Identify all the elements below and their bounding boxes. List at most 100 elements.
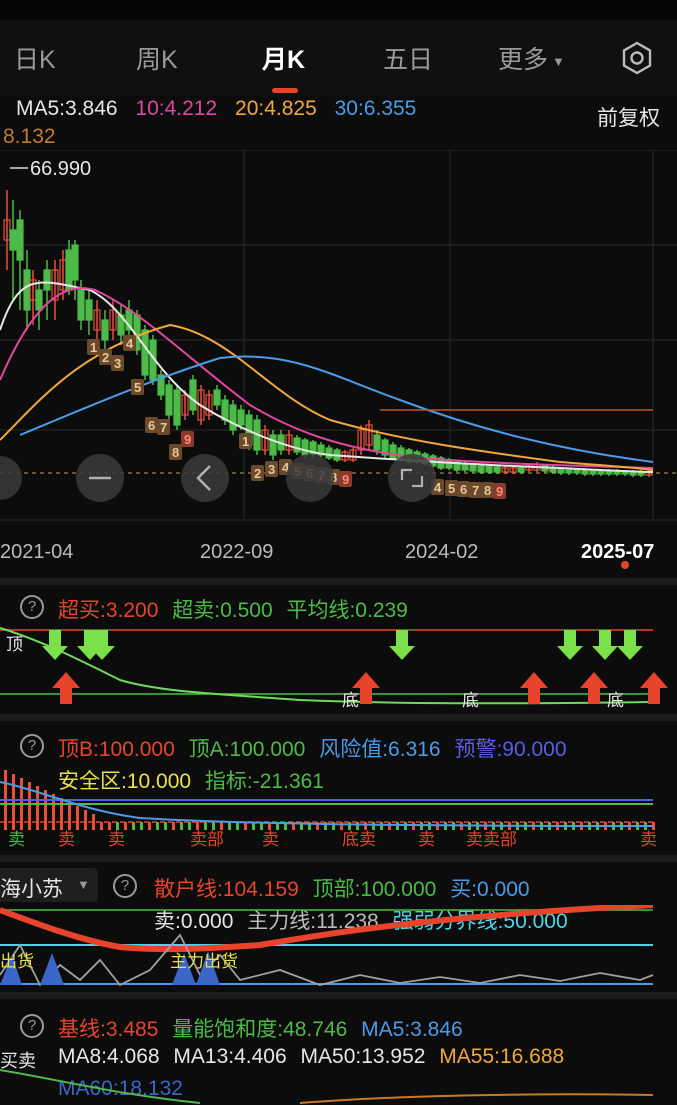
sequence-marker: 7 bbox=[157, 419, 170, 435]
svg-text:6: 6 bbox=[148, 418, 155, 433]
chart-label-main-ship: 主力出货 bbox=[170, 952, 238, 971]
indicator3-chart[interactable]: 出货 主力出货 bbox=[0, 905, 677, 990]
settings-gear-icon[interactable] bbox=[619, 40, 655, 76]
svg-text:4: 4 bbox=[126, 336, 134, 351]
tab-more[interactable]: 更多 ▼ bbox=[498, 40, 565, 76]
tab-month-k[interactable]: 月K bbox=[262, 40, 305, 76]
svg-text:9: 9 bbox=[496, 484, 503, 499]
sequence-marker: 9 bbox=[493, 483, 506, 499]
candle bbox=[365, 420, 373, 450]
svg-text:7: 7 bbox=[472, 483, 479, 498]
help-icon-1[interactable]: ? bbox=[20, 595, 44, 619]
ma-legend: MA5:3.846 10:4.212 20:4.825 30:6.355 bbox=[16, 97, 416, 121]
indicator-bar bbox=[76, 806, 79, 830]
candle bbox=[85, 290, 93, 335]
help-icon-2[interactable]: ? bbox=[20, 734, 44, 758]
sequence-marker: 9 bbox=[339, 471, 352, 487]
indicator-bar bbox=[236, 822, 239, 830]
candle bbox=[261, 425, 269, 455]
sequence-marker: 9 bbox=[181, 431, 194, 447]
svg-text:2: 2 bbox=[102, 350, 109, 365]
indicator-bar bbox=[356, 822, 359, 830]
indicator-bar bbox=[100, 822, 103, 830]
buy-value: 买:0.000 bbox=[450, 878, 530, 901]
ma20-value: 20:4.825 bbox=[235, 97, 317, 120]
x-tick-2021-04: 2021-04 bbox=[0, 541, 73, 563]
top-value: 顶部:100.000 bbox=[312, 878, 437, 901]
svg-text:1: 1 bbox=[90, 340, 97, 355]
sell-arrow-icon bbox=[592, 630, 618, 660]
indicator-selector[interactable]: 海小苏 ▼ bbox=[0, 868, 98, 902]
indicator-bar bbox=[220, 822, 223, 830]
candle bbox=[205, 390, 213, 420]
svg-text:5: 5 bbox=[448, 481, 455, 496]
sequence-marker: 1 bbox=[239, 433, 252, 449]
sequence-marker: 4 bbox=[123, 335, 136, 351]
indicator2-chart[interactable]: 卖卖卖卖部卖底卖卖卖卖部卖 bbox=[0, 760, 677, 855]
sequence-marker: 6 bbox=[457, 481, 470, 497]
indicator-bar bbox=[156, 822, 159, 830]
sequence-marker: 8 bbox=[481, 482, 494, 498]
help-icon-4[interactable]: ? bbox=[20, 1014, 44, 1038]
indicator-bar bbox=[380, 822, 383, 830]
top-a-value: 顶A:100.000 bbox=[188, 738, 306, 761]
svg-text:7: 7 bbox=[160, 420, 167, 435]
indicator1-chart[interactable]: 顶 底 底 底 bbox=[0, 620, 677, 715]
overbought-value: 超买:3.200 bbox=[58, 599, 159, 622]
tab-five-day[interactable]: 五日 bbox=[383, 40, 433, 76]
separator-4 bbox=[0, 992, 677, 999]
sell-signal-label: 卖 bbox=[418, 830, 435, 849]
sequence-marker: 2 bbox=[99, 349, 112, 365]
indicator-bar bbox=[116, 822, 119, 830]
indicator2-legend-row1: 顶B:100.000 顶A:100.000 风险值:6.316 预警:90.00… bbox=[58, 733, 567, 763]
tab-day-k[interactable]: 日K bbox=[14, 40, 56, 76]
sell-signal-label: 卖 bbox=[640, 830, 657, 849]
saturation-value: 量能饱和度:48.746 bbox=[172, 1018, 348, 1041]
svg-text:6: 6 bbox=[460, 482, 467, 497]
indicator4-legend-row1: 基线:3.485 量能饱和度:48.746 MA5:3.846 bbox=[58, 1013, 463, 1043]
indicator-bar bbox=[164, 822, 167, 830]
svg-text:3: 3 bbox=[268, 462, 275, 477]
buy-arrow-icon bbox=[580, 672, 608, 704]
price-kline-chart[interactable]: 66.990 123456789123456789456789 2021-04 … bbox=[0, 150, 677, 580]
indicator-bar bbox=[180, 822, 183, 830]
separator-1 bbox=[0, 578, 677, 585]
chevron-down-icon: ▼ bbox=[77, 877, 90, 892]
indicator-bar bbox=[372, 822, 375, 830]
separator-3 bbox=[0, 855, 677, 862]
indicator-bar bbox=[60, 798, 63, 830]
svg-text:2: 2 bbox=[254, 466, 261, 481]
sell-signal-label: 卖卖部 bbox=[466, 830, 517, 849]
candle bbox=[51, 260, 59, 320]
adjust-mode-button[interactable]: 前复权 bbox=[597, 102, 660, 132]
sequence-marker: 8 bbox=[169, 444, 182, 460]
help-icon-3[interactable]: ? bbox=[113, 874, 137, 898]
tab-week-k[interactable]: 周K bbox=[136, 40, 178, 76]
svg-text:9: 9 bbox=[184, 432, 191, 447]
chart-nav-buttons[interactable] bbox=[0, 454, 436, 502]
buy-arrow-icon bbox=[52, 672, 80, 704]
indicator-bar bbox=[148, 822, 151, 830]
svg-text:3: 3 bbox=[114, 356, 121, 371]
indicator-bar bbox=[412, 822, 415, 830]
candle bbox=[213, 385, 221, 410]
candle bbox=[125, 300, 133, 340]
sell-signal-label: 卖 bbox=[58, 830, 75, 849]
fullscreen-icon bbox=[388, 454, 436, 502]
buy-arrow-icon bbox=[640, 672, 668, 704]
status-strip bbox=[0, 0, 677, 20]
x-tick-2024-02: 2024-02 bbox=[405, 541, 478, 563]
bottom-label-2: 底 bbox=[462, 691, 479, 710]
candle bbox=[189, 375, 197, 415]
x-tick-2022-09: 2022-09 bbox=[200, 541, 273, 563]
buy-arrow-icon bbox=[520, 672, 548, 704]
indicator4-chart[interactable] bbox=[0, 1065, 677, 1105]
candle bbox=[453, 460, 461, 472]
candle bbox=[157, 370, 165, 400]
sell-signal-label: 卖 bbox=[262, 830, 279, 849]
sequence-marker: 7 bbox=[469, 482, 482, 498]
indicator-bar bbox=[364, 822, 367, 830]
candle bbox=[269, 430, 277, 460]
svg-text:8: 8 bbox=[172, 445, 179, 460]
ma10-value: 10:4.212 bbox=[135, 97, 218, 120]
